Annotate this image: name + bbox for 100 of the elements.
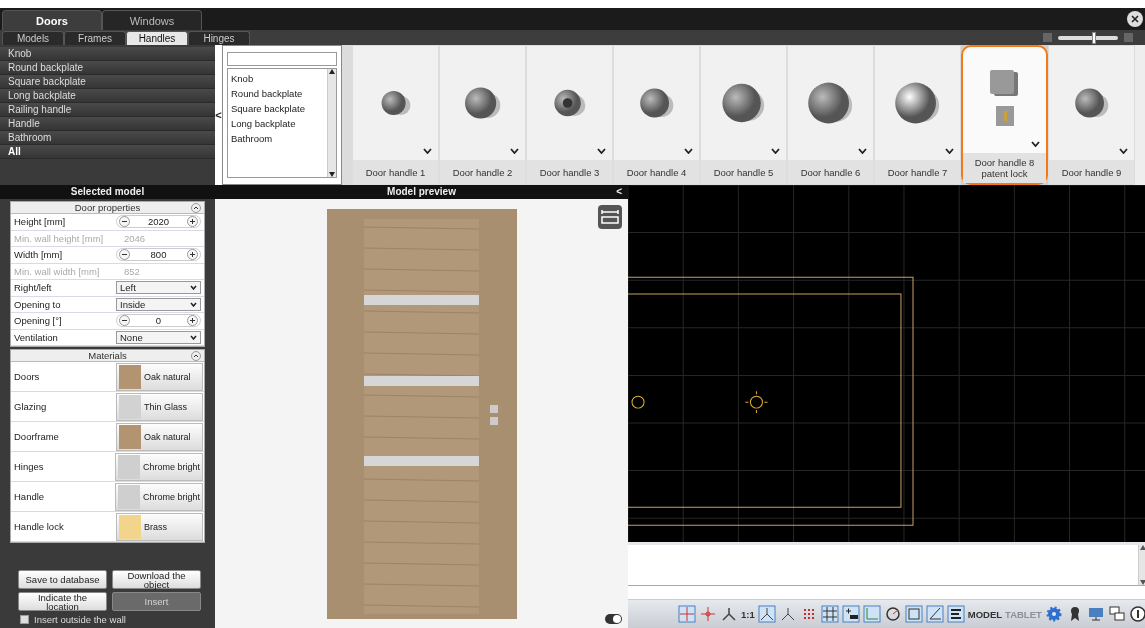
handle-name: Door handle 5 [713, 166, 774, 178]
dropdown[interactable]: Left [116, 281, 201, 295]
dropdown[interactable]: None [116, 330, 201, 344]
light-icon [631, 395, 645, 409]
category-item[interactable]: Long backplate [0, 89, 215, 103]
scroll-down-icon[interactable] [329, 172, 335, 177]
chevron-down-icon [190, 285, 197, 291]
handle-card[interactable]: Door handle 4 [613, 45, 700, 185]
decrement-button[interactable] [119, 315, 130, 327]
sub-tab[interactable]: Hinges [188, 31, 250, 45]
dropdown[interactable]: Inside [116, 297, 201, 311]
material-button[interactable]: Oak natural [116, 422, 203, 451]
chevron-down-icon [684, 148, 693, 154]
handle-name: Door handle 9 [1061, 166, 1122, 178]
increment-button[interactable] [187, 249, 198, 261]
mode-toggle[interactable]: MODEL [967, 608, 1003, 620]
handle-card[interactable]: Door handle 5 [700, 45, 787, 185]
chevron-down-icon [423, 148, 432, 154]
checkbox[interactable] [20, 615, 29, 624]
slider-thumb[interactable] [1092, 31, 1096, 44]
category-listbox[interactable]: Knob Round backplate Square backplate Long backplate Bathroom [227, 68, 337, 178]
scroll-up-icon[interactable] [329, 69, 335, 74]
category-item[interactable]: Railing handle [0, 103, 215, 117]
search-field[interactable] [227, 52, 337, 66]
scrollbar[interactable] [1135, 45, 1145, 185]
scroll-up-icon[interactable] [1139, 545, 1145, 550]
list-item[interactable]: Round backplate [231, 86, 324, 101]
handle-name: Door handle 6 [800, 166, 861, 178]
section-title: Materials [88, 350, 127, 361]
category-item[interactable]: Square backplate [0, 75, 215, 89]
material-label: Doorframe [13, 431, 60, 442]
small-grid-icon [1043, 33, 1052, 42]
chevron-down-icon [190, 334, 197, 340]
material-button[interactable]: Thin Glass [116, 392, 203, 421]
handle-card[interactable]: Door handle 1 [352, 45, 439, 185]
info-icon[interactable] [1128, 605, 1145, 623]
property-label: Min. wall width [mm] [13, 265, 101, 277]
light-icon [744, 390, 768, 414]
list-item[interactable]: Knob [231, 71, 324, 86]
chevron-down-icon [597, 148, 606, 154]
chevron-down-icon [190, 301, 197, 307]
handle-card[interactable]: Door handle 3 [526, 45, 613, 185]
decrement-button[interactable] [119, 249, 130, 261]
list-item[interactable]: Long backplate [231, 116, 324, 131]
scrollbar[interactable] [1137, 545, 1145, 585]
sub-tab[interactable]: Frames [64, 31, 126, 45]
property-label: Width [mm] [13, 249, 64, 261]
decrement-button[interactable] [119, 216, 130, 228]
handle-card[interactable]: Door handle 2 [439, 45, 526, 185]
category-item[interactable]: Handle [0, 117, 215, 131]
property-label: Opening to [13, 298, 62, 310]
scrollbar[interactable] [327, 69, 336, 177]
handle-card[interactable]: Door handle 7 [874, 45, 961, 185]
handle-note: patent lock [981, 168, 1028, 179]
close-icon [1131, 15, 1139, 23]
category-item[interactable]: Bathroom [0, 131, 215, 145]
lines-icon[interactable] [946, 605, 965, 623]
chevron-down-icon [771, 148, 780, 154]
action-button[interactable]: Download the object [112, 570, 201, 589]
angle-icon[interactable] [925, 605, 944, 623]
action-button[interactable]: Indicate the location [18, 592, 107, 611]
close-button[interactable] [1127, 11, 1143, 27]
category-item[interactable]: All [0, 145, 215, 159]
material-button[interactable]: Brass [116, 512, 203, 541]
material-button[interactable]: Chrome bright [114, 482, 203, 511]
chevron-down-icon [945, 148, 954, 154]
handle-name: Door handle 3 [539, 166, 600, 178]
increment-button[interactable] [187, 216, 198, 228]
action-button[interactable]: Save to database [18, 570, 107, 589]
material-button[interactable]: Chrome bright [114, 452, 203, 481]
collapse-button[interactable]: < [616, 185, 622, 199]
collapse-button[interactable]: < [215, 45, 222, 185]
plus-minus-icon[interactable] [841, 605, 860, 623]
increment-button[interactable] [187, 315, 198, 327]
property-label: Right/left [13, 282, 53, 294]
grid-icon[interactable] [820, 605, 839, 623]
collapse-icon[interactable] [191, 203, 201, 213]
settings-icon[interactable] [1044, 605, 1063, 623]
material-button[interactable]: Oak natural [116, 362, 203, 391]
material-label: Handle lock [13, 521, 65, 532]
property-label: Min. wall height [mm] [13, 232, 105, 244]
list-item[interactable]: Square backplate [231, 101, 324, 116]
main-tab[interactable]: Doors [2, 10, 102, 30]
property-value: 2046 [123, 232, 146, 244]
list-item[interactable]: Bathroom [231, 131, 324, 146]
handle-card[interactable]: Door handle 8 patent lock [961, 45, 1048, 185]
handle-card[interactable]: Door handle 9 [1048, 45, 1135, 185]
crosshair-icon[interactable] [699, 605, 717, 623]
handle-name: Door handle 1 [365, 166, 426, 178]
category-item[interactable]: Round backplate [0, 61, 215, 75]
category-item[interactable]: Knob [0, 47, 215, 61]
ruler-icon[interactable] [598, 205, 622, 229]
panel-title: Model preview < [215, 185, 628, 199]
collapse-icon[interactable] [191, 351, 201, 361]
sub-tab[interactable]: Models [2, 31, 64, 45]
sub-tab[interactable]: Handles [126, 31, 188, 45]
main-tab[interactable]: Windows [102, 10, 202, 30]
toggle-switch[interactable] [605, 614, 622, 624]
handle-card[interactable]: Door handle 6 [787, 45, 874, 185]
windows-icon[interactable] [1107, 605, 1126, 623]
